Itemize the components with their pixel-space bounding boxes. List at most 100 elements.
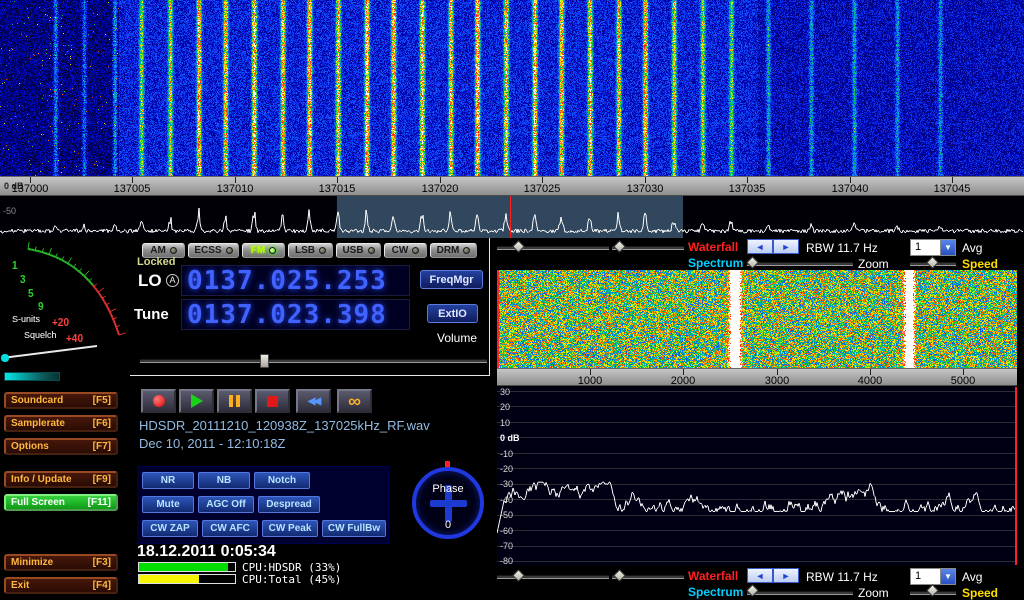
- db-tick-label: -80: [500, 556, 513, 566]
- squelch-level-bar[interactable]: [4, 372, 60, 381]
- cpu-hdsdr-fill: [139, 563, 228, 571]
- freq-tick-label: 137035: [729, 183, 766, 195]
- despread-button[interactable]: Despread: [258, 496, 320, 513]
- cpu-hdsdr-meter: [138, 562, 236, 572]
- cw-fullbw-button[interactable]: CW FullBw: [322, 520, 386, 537]
- lo-frequency-display[interactable]: 0137.025.253: [181, 265, 410, 296]
- af-spectrum[interactable]: [497, 387, 1017, 565]
- play-icon: [191, 394, 203, 408]
- dropdown-arrow-icon[interactable]: ▼: [940, 569, 955, 584]
- rf-spectrum-minus50-label: -50: [3, 206, 16, 216]
- minimize-button[interactable]: Minimize[F3]: [4, 554, 118, 571]
- nb-button[interactable]: NB: [198, 472, 250, 489]
- zoom-thumb-top[interactable]: [746, 256, 759, 269]
- waterfall-label-bottom[interactable]: Waterfall: [688, 569, 738, 583]
- mode-button-ecss[interactable]: ECSS: [188, 243, 239, 258]
- af-tick-label: 1000: [578, 375, 602, 387]
- cpu-total-text: CPU:Total (45%): [242, 573, 341, 586]
- freq-tick-label: 137045: [934, 183, 971, 195]
- dropdown-arrow-icon[interactable]: ▼: [940, 240, 955, 255]
- recording-filename: HDSDR_20111210_120938Z_137025kHz_RF.wav: [139, 418, 430, 433]
- record-button[interactable]: [141, 389, 176, 413]
- db-tick-label: -20: [500, 464, 513, 474]
- nr-button[interactable]: NR: [142, 472, 194, 489]
- cpu-total-meter: [138, 574, 236, 584]
- button-hotkey: [F6]: [93, 418, 111, 429]
- mode-label: DRM: [437, 245, 460, 256]
- db-tick-label: -60: [500, 526, 513, 536]
- mode-label: LSB: [295, 245, 315, 256]
- freqmgr-button[interactable]: FreqMgr: [420, 270, 483, 289]
- mode-led: [269, 247, 276, 254]
- rbw-label-bottom: RBW 11.7 Hz: [806, 570, 878, 584]
- volume-slider-thumb[interactable]: [260, 354, 269, 368]
- mode-button-usb[interactable]: USB: [336, 243, 381, 258]
- mode-button-lsb[interactable]: LSB: [288, 243, 333, 258]
- mode-button-fm[interactable]: FM: [242, 243, 285, 258]
- spectrum-label-bottom[interactable]: Spectrum: [688, 585, 743, 599]
- agc-button[interactable]: AGC Off: [198, 496, 254, 513]
- waterfall-label-top[interactable]: Waterfall: [688, 240, 738, 254]
- rf-spectrum[interactable]: [0, 196, 1024, 238]
- shift-left-button-top[interactable]: ◄: [747, 239, 773, 254]
- db-tick-label: 20: [500, 402, 510, 412]
- waterfall-brightness-thumb-top[interactable]: [512, 240, 525, 253]
- speed-label-bottom: Speed: [962, 586, 998, 600]
- rewind-button[interactable]: ◀◀: [296, 389, 331, 413]
- volume-slider-track[interactable]: [140, 359, 487, 363]
- waterfall-contrast-thumb-bottom[interactable]: [613, 569, 626, 582]
- button-hotkey: [F9]: [93, 474, 111, 485]
- shift-right-button-bottom[interactable]: ►: [773, 568, 799, 583]
- cw-zap-button[interactable]: CW ZAP: [142, 520, 198, 537]
- tune-frequency-display[interactable]: 0137.023.398: [181, 299, 410, 330]
- cw-peak-button[interactable]: CW Peak: [262, 520, 318, 537]
- zoom-label-bottom: Zoom: [858, 586, 889, 600]
- smeter[interactable]: [0, 240, 130, 374]
- lo-lock-badge[interactable]: A: [166, 274, 179, 287]
- freq-tick-label: 137010: [217, 183, 254, 195]
- mute-button[interactable]: Mute: [142, 496, 194, 513]
- extio-button[interactable]: ExtIO: [427, 304, 478, 323]
- af-waterfall[interactable]: [497, 270, 1017, 368]
- db-tick-label: 30: [500, 387, 510, 397]
- exit-button[interactable]: Exit[F4]: [4, 577, 118, 594]
- stop-button[interactable]: [255, 389, 290, 413]
- rf-waterfall[interactable]: [0, 0, 1024, 176]
- button-hotkey: [F5]: [93, 395, 111, 406]
- info-update-button[interactable]: Info / Update[F9]: [4, 471, 118, 488]
- options-button[interactable]: Options[F7]: [4, 438, 118, 455]
- waterfall-contrast-thumb-top[interactable]: [613, 240, 626, 253]
- avg-select-bottom[interactable]: 1▼: [910, 568, 956, 585]
- cw-afc-button[interactable]: CW AFC: [202, 520, 258, 537]
- samplerate-button[interactable]: Samplerate [F6]: [4, 415, 118, 432]
- zoom-slider-top[interactable]: [747, 262, 853, 266]
- pause-button[interactable]: [217, 389, 252, 413]
- soundcard-button[interactable]: Soundcard [F5]: [4, 392, 118, 409]
- button-label: Samplerate: [11, 418, 65, 429]
- mode-led: [319, 247, 326, 254]
- mode-button-cw[interactable]: CW: [384, 243, 427, 258]
- notch-button[interactable]: Notch: [254, 472, 310, 489]
- shift-right-button-top[interactable]: ►: [773, 239, 799, 254]
- button-hotkey: [F3]: [93, 557, 111, 568]
- db-tick-label: -70: [500, 541, 513, 551]
- spectrum-label-top[interactable]: Spectrum: [688, 256, 743, 270]
- button-label: Soundcard: [11, 395, 63, 406]
- zoom-slider-bottom[interactable]: [747, 591, 853, 595]
- avg-select-top[interactable]: 1▼: [910, 239, 956, 256]
- loop-button[interactable]: ∞: [337, 389, 372, 413]
- shift-left-button-bottom[interactable]: ◄: [747, 568, 773, 583]
- waterfall-brightness-thumb-bottom[interactable]: [512, 569, 525, 582]
- mode-button-drm[interactable]: DRM: [430, 243, 477, 258]
- mode-label: USB: [342, 245, 363, 256]
- freq-tick-label: 137025: [524, 183, 561, 195]
- rf-frequency-scale[interactable]: 0 dB 137000 137005 137010 137015 137020 …: [0, 176, 1024, 196]
- af-tick-label: 4000: [858, 375, 882, 387]
- db-tick-label: -40: [500, 495, 513, 505]
- fullscreen-button[interactable]: Full Screen[F11]: [4, 494, 118, 511]
- af-frequency-scale[interactable]: 1000 2000 3000 4000 5000: [497, 368, 1017, 386]
- db-tick-label: 10: [500, 418, 510, 428]
- speed-thumb-top[interactable]: [926, 256, 939, 269]
- play-button[interactable]: [179, 389, 214, 413]
- pause-icon: [229, 395, 240, 407]
